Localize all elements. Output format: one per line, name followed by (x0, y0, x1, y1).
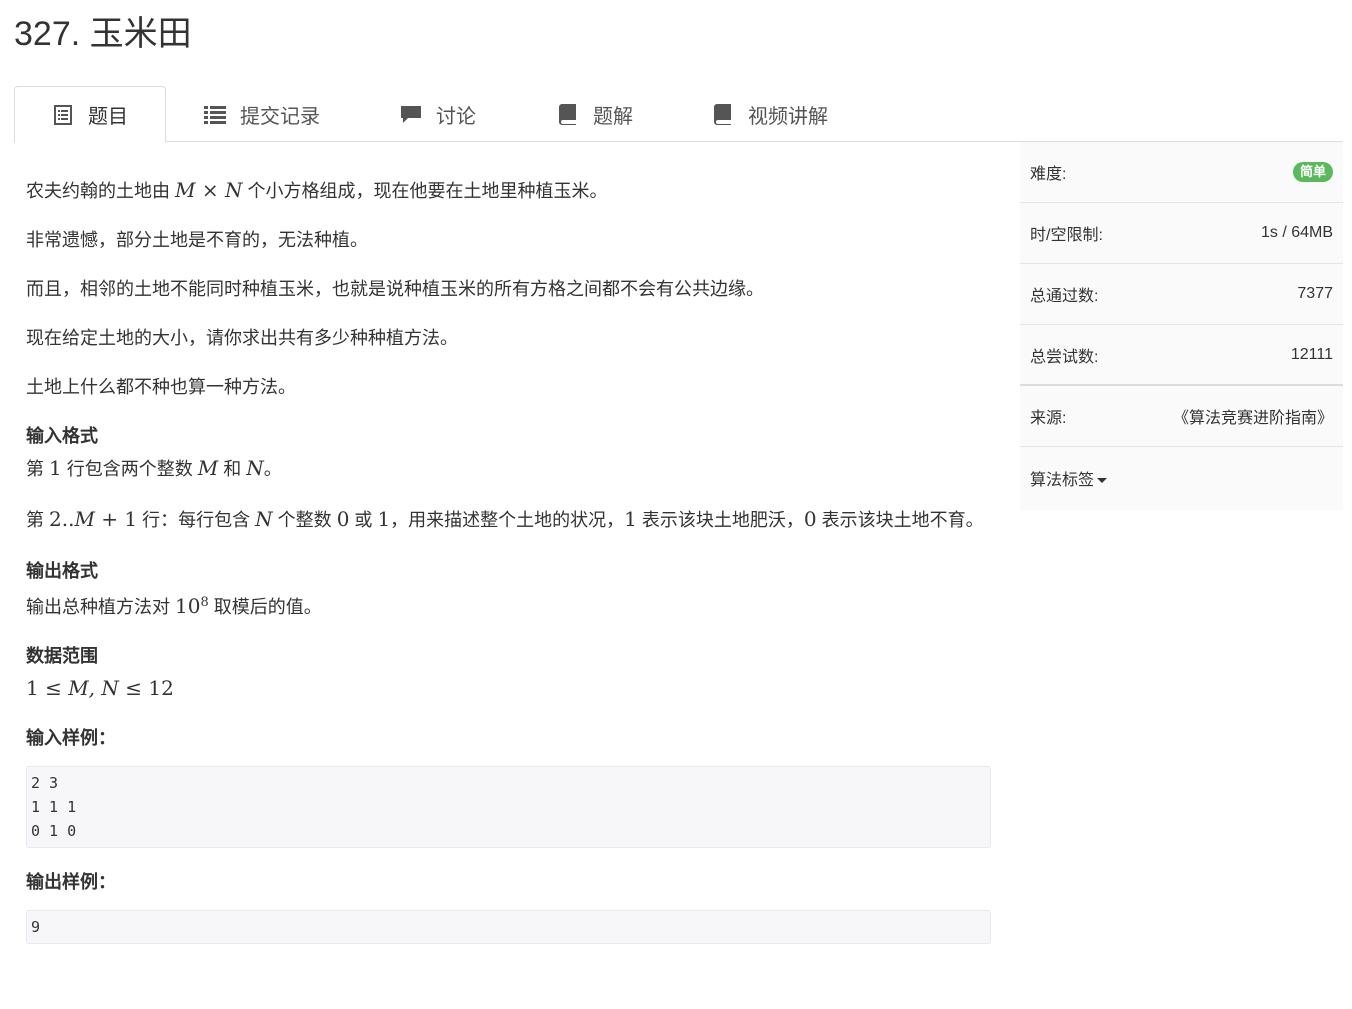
math-var: N (224, 178, 243, 202)
problem-content: 农夫约翰的土地由 M × N 个小方格组成，现在他要在土地里种植玉米。 非常遗憾… (26, 160, 991, 964)
book-icon (712, 103, 734, 125)
tab-label: 视频讲解 (748, 105, 828, 128)
passed-value: 7377 (1297, 285, 1333, 302)
difficulty-badge: 简单 (1292, 162, 1333, 182)
text: 个小方格组成，现在他要在土地里种植玉米。 (242, 181, 608, 201)
comment-icon (400, 103, 422, 125)
tried-label: 总尝试数: (1030, 348, 1099, 366)
tab-problem[interactable]: 题目 (14, 86, 166, 143)
text: ，用来描述整个土地的状况， (390, 510, 625, 530)
list-icon (204, 103, 226, 125)
book-icon (557, 103, 579, 125)
tab-label: 提交记录 (240, 105, 320, 128)
text: 第 (26, 510, 50, 530)
math-var: M (197, 456, 219, 480)
problem-paragraph: 农夫约翰的土地由 M × N 个小方格组成，现在他要在土地里种植玉米。 (26, 176, 991, 205)
difficulty-row: 难度: 简单 (1020, 142, 1343, 203)
input-format-heading: 输入格式 (26, 426, 98, 446)
data-range-heading: 数据范围 (26, 646, 98, 666)
sample-output-code: 9 (26, 910, 991, 944)
output-line: 输出总种植方法对 108 取模后的值。 (26, 589, 991, 621)
document-icon (52, 104, 74, 126)
algorithm-tags-label[interactable]: 算法标签 (1030, 466, 1108, 490)
math-var: M (74, 507, 95, 531)
sample-input-heading: 输入样例： (26, 728, 116, 748)
text: 行：每行包含 (137, 510, 256, 530)
text: 或 (349, 510, 378, 530)
text: 。 (263, 459, 282, 479)
text: 和 (218, 459, 247, 479)
caret-down-icon (1097, 477, 1108, 483)
limit-label: 时/空限制: (1030, 227, 1103, 244)
math-num: 0 (803, 507, 817, 531)
text: 行包含两个整数 (61, 459, 198, 479)
text: 取模后的值。 (208, 597, 322, 617)
text: 输出总种植方法对 (26, 597, 176, 617)
limit-value: 1s / 64MB (1260, 224, 1333, 241)
tab-label: 讨论 (436, 105, 476, 128)
source-label: 来源: (1030, 410, 1067, 427)
tab-discussion[interactable]: 讨论 (363, 86, 513, 142)
math-num: 0 (336, 507, 350, 531)
sample-input-code: 2 3 1 1 1 0 1 0 (26, 766, 991, 848)
math-num: 2.. (49, 507, 75, 531)
text: 表示该块土地肥沃， (636, 510, 804, 530)
math-num: ≤ 12 (118, 676, 174, 700)
math-num: 1 (49, 456, 62, 480)
math-var: N (255, 507, 273, 531)
algorithm-tags-toggle[interactable]: 算法标签 (1020, 447, 1343, 508)
math-exponent: 8 (200, 595, 209, 610)
math-var: M (175, 178, 196, 202)
problem-info-sidebar: 难度: 简单 时/空限制: 1s / 64MB 总通过数: 7377 总尝试数:… (1020, 142, 1343, 510)
problem-paragraph: 土地上什么都不种也算一种方法。 (26, 377, 296, 397)
text: 个整数 (272, 510, 337, 530)
tab-solutions[interactable]: 题解 (520, 86, 670, 142)
math-var: N (246, 456, 264, 480)
difficulty-label: 难度: (1030, 166, 1067, 183)
math-num: 10 (175, 594, 201, 618)
tab-label: 题解 (593, 105, 633, 128)
sample-output-heading: 输出样例： (26, 872, 116, 892)
tab-bar: 题目 提交记录 讨论 题解 视频讲解 (14, 86, 1343, 143)
math-var: M, N (68, 676, 119, 700)
passed-label: 总通过数: (1030, 288, 1099, 305)
tab-video[interactable]: 视频讲解 (675, 86, 865, 142)
text: 农夫约翰的土地由 (26, 181, 176, 201)
source-row: 来源: 《算法竞赛进阶指南》 (1020, 386, 1343, 447)
text: 表示该块土地不育。 (816, 510, 984, 530)
math-num: 1 (624, 507, 637, 531)
text: 第 (26, 459, 50, 479)
tried-row: 总尝试数: 12111 (1020, 325, 1343, 386)
tab-label: 题目 (88, 106, 128, 128)
math-num: 1 (377, 507, 391, 531)
data-range-line: 1 ≤ M, N ≤ 12 (26, 674, 991, 703)
problem-paragraph: 现在给定土地的大小，请你求出共有多少种种植方法。 (26, 328, 458, 348)
passed-row: 总通过数: 7377 (1020, 264, 1343, 325)
math-num: + 1 (94, 507, 138, 531)
limit-row: 时/空限制: 1s / 64MB (1020, 203, 1343, 264)
math-op: × (195, 178, 225, 202)
tags-text: 算法标签 (1030, 471, 1095, 489)
output-format-heading: 输出格式 (26, 561, 98, 581)
source-value[interactable]: 《算法竞赛进阶指南》 (1173, 404, 1333, 428)
input-line-1: 第 1 行包含两个整数 M 和 N。 (26, 454, 991, 483)
problem-paragraph: 非常遗憾，部分土地是不育的，无法种植。 (26, 230, 368, 250)
math-num: 1 ≤ (26, 676, 69, 700)
problem-paragraph: 而且，相邻的土地不能同时种植玉米，也就是说种植玉米的所有方格之间都不会有公共边缘… (26, 279, 764, 299)
input-line-2: 第 2..M + 1 行：每行包含 N 个整数 0 或 1，用来描述整个土地的状… (26, 504, 991, 536)
tab-submissions[interactable]: 提交记录 (167, 86, 357, 142)
page-title: 327. 玉米田 (14, 15, 192, 53)
tried-value: 12111 (1290, 345, 1333, 363)
